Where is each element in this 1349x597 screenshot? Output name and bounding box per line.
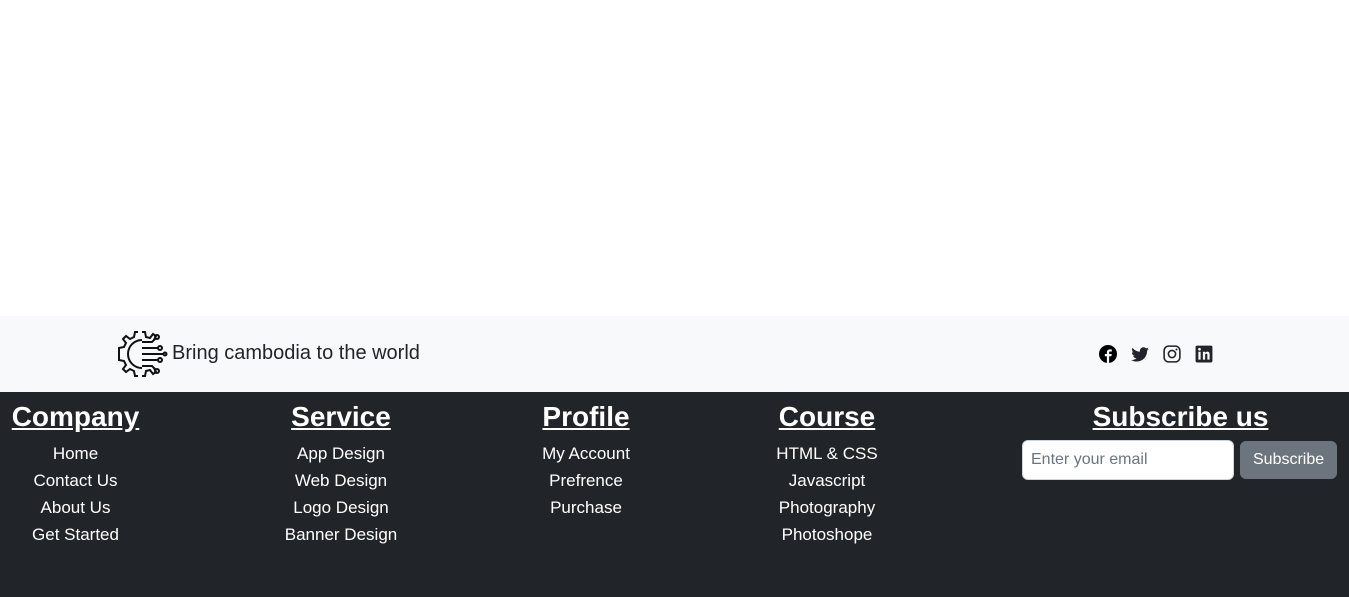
footer-links-service: App Design Web Design Logo Design Banner… bbox=[266, 440, 416, 548]
footer-heading-profile: Profile bbox=[542, 401, 630, 432]
footer-column-subscribe: Subscribe us Subscribe bbox=[1022, 400, 1339, 480]
footer-column-service: Service App Design Web Design Logo Desig… bbox=[266, 400, 416, 548]
brand-tagline: Bring cambodia to the world bbox=[172, 342, 420, 364]
linkedin-icon[interactable] bbox=[1195, 345, 1213, 363]
social-links bbox=[1099, 345, 1213, 363]
footer-links-profile: My Account Prefrence Purchase bbox=[516, 440, 656, 521]
footer-link-html-css[interactable]: HTML & CSS bbox=[776, 444, 877, 463]
footer-heading-company: Company bbox=[11, 401, 140, 432]
footer-link-purchase[interactable]: Purchase bbox=[550, 498, 622, 517]
footer-link-app-design[interactable]: App Design bbox=[297, 444, 385, 463]
site-footer: Company Home Contact Us About Us Get Sta… bbox=[0, 392, 1349, 597]
footer-links-company: Home Contact Us About Us Get Started bbox=[0, 440, 151, 548]
footer-link-home[interactable]: Home bbox=[53, 444, 98, 463]
circuit-gear-logo-icon bbox=[118, 331, 168, 377]
subscribe-form: Subscribe bbox=[1022, 440, 1339, 480]
brand-bar: Bring cambodia to the world bbox=[0, 316, 1349, 392]
footer-column-profile: Profile My Account Prefrence Purchase bbox=[516, 400, 656, 521]
footer-column-company: Company Home Contact Us About Us Get Sta… bbox=[0, 400, 151, 548]
footer-heading-course: Course bbox=[778, 401, 876, 432]
footer-links-course: HTML & CSS Javascript Photography Photos… bbox=[752, 440, 902, 548]
page-content-area bbox=[0, 0, 1349, 316]
footer-link-logo-design[interactable]: Logo Design bbox=[293, 498, 388, 517]
twitter-icon[interactable] bbox=[1131, 345, 1149, 363]
footer-link-javascript[interactable]: Javascript bbox=[789, 471, 866, 490]
email-input[interactable] bbox=[1022, 440, 1234, 480]
footer-heading-service: Service bbox=[291, 401, 391, 432]
facebook-icon[interactable] bbox=[1099, 345, 1117, 363]
footer-heading-subscribe: Subscribe us bbox=[1092, 401, 1269, 432]
footer-link-contact-us[interactable]: Contact Us bbox=[33, 471, 117, 490]
footer-link-banner-design[interactable]: Banner Design bbox=[285, 525, 397, 544]
footer-link-web-design[interactable]: Web Design bbox=[295, 471, 387, 490]
footer-column-course: Course HTML & CSS Javascript Photography… bbox=[752, 400, 902, 548]
footer-link-photography[interactable]: Photography bbox=[779, 498, 875, 517]
footer-link-my-account[interactable]: My Account bbox=[542, 444, 630, 463]
footer-link-get-started[interactable]: Get Started bbox=[32, 525, 119, 544]
subscribe-button[interactable]: Subscribe bbox=[1240, 441, 1338, 479]
footer-link-photoshope[interactable]: Photoshope bbox=[782, 525, 873, 544]
footer-link-about-us[interactable]: About Us bbox=[41, 498, 111, 517]
instagram-icon[interactable] bbox=[1163, 345, 1181, 363]
footer-link-preference[interactable]: Prefrence bbox=[549, 471, 623, 490]
